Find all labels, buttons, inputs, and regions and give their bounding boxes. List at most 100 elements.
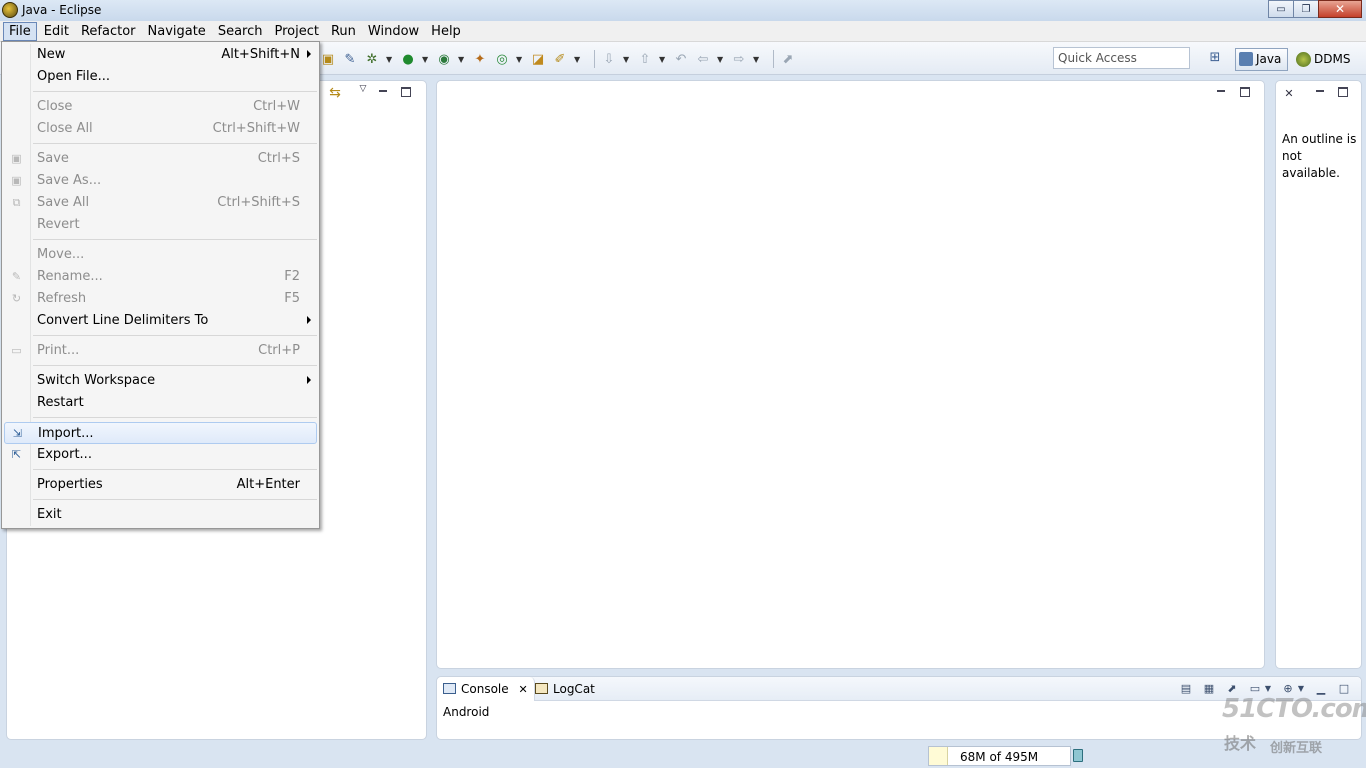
menu-item-move[interactable]: Move... [4,244,317,266]
menu-item-convert-line-delimiters[interactable]: Convert Line Delimiters To [4,310,317,332]
new-package-icon[interactable]: ✦ [472,51,488,67]
menu-item-properties[interactable]: Properties Alt+Enter [4,474,317,496]
menu-item-save[interactable]: ▣ Save Ctrl+S [4,148,317,170]
forward-icon[interactable]: ⇨ [731,51,747,67]
eclipse-logo-icon [2,2,18,18]
menu-item-shortcut: Ctrl+Shift+S [217,195,300,210]
new-class-icon[interactable]: ▣ [320,51,336,67]
quick-access-input[interactable]: Quick Access [1053,47,1190,69]
debug-dropdown-icon[interactable]: ▼ [386,55,394,64]
submenu-arrow-icon [307,376,311,384]
perspective-java[interactable]: Java [1235,48,1289,71]
minimize-outline-icon[interactable] [1314,85,1326,97]
submenu-arrow-icon [307,316,311,324]
close-view-icon[interactable]: ✕ [1283,88,1295,100]
menu-item-label: Save As... [37,173,102,188]
last-edit-icon[interactable]: ↶ [673,51,689,67]
file-menu-dropdown: New Alt+Shift+N Open File... Close Ctrl+… [1,41,320,529]
menu-item-label: Revert [37,217,80,232]
maximize-outline-icon[interactable] [1338,87,1348,97]
menu-item-close[interactable]: Close Ctrl+W [4,96,317,118]
garbage-collect-icon[interactable] [1073,749,1083,762]
menu-item-exit[interactable]: Exit [4,504,317,526]
skip-breakpoints-icon[interactable]: ✎ [342,51,358,67]
maximize-view-icon[interactable] [401,87,411,97]
debug-icon[interactable]: ✲ [364,51,380,67]
maximize-editor-icon[interactable] [1240,87,1250,97]
menu-bar: File Edit Refactor Navigate Search Proje… [0,21,1366,42]
menu-item-save-as[interactable]: ▣ Save As... [4,170,317,192]
scroll-lock-icon[interactable]: ▦ [1202,682,1216,696]
menu-item-label: New [37,47,66,62]
minimize-view-icon[interactable] [377,85,389,97]
tab-console-label: Console [461,682,509,696]
menu-item-print[interactable]: ▭ Print... Ctrl+P [4,340,317,362]
menu-navigate[interactable]: Navigate [143,23,211,40]
previous-annotation-icon[interactable]: ⇧ [637,51,653,67]
previous-annotation-dropdown-icon[interactable]: ▼ [659,55,667,64]
forward-dropdown-icon[interactable]: ▼ [753,55,761,64]
menu-run[interactable]: Run [326,23,361,40]
menu-separator [33,335,317,336]
next-annotation-dropdown-icon[interactable]: ▼ [623,55,631,64]
tab-console[interactable]: Console ✕ [437,677,535,701]
outline-panel: ✕ An outline is not available. [1275,80,1362,669]
run-dropdown-icon[interactable]: ▼ [422,55,430,64]
external-tools-dropdown-icon[interactable]: ▼ [458,55,466,64]
minimize-editor-icon[interactable] [1215,85,1227,97]
menu-item-label: Rename... [37,269,103,284]
view-menu-icon[interactable]: ▽ [357,83,369,95]
outline-message: An outline is not available. [1282,132,1357,180]
tab-logcat[interactable]: LogCat [529,677,601,701]
open-type-icon[interactable]: ◪ [530,51,546,67]
menu-item-new[interactable]: New Alt+Shift+N [4,44,317,66]
run-icon[interactable]: ● [400,51,416,67]
search-dropdown-icon[interactable]: ▼ [574,55,582,64]
close-button[interactable]: ✕ [1318,0,1362,18]
pin-editor-icon[interactable]: ⬈ [780,51,796,67]
clear-console-icon[interactable]: ▤ [1179,682,1193,696]
menu-item-rename[interactable]: ✎ Rename... F2 [4,266,317,288]
open-perspective-icon[interactable]: ⊞ [1206,50,1224,68]
search-icon[interactable]: ✐ [552,51,568,67]
menu-item-close-all[interactable]: Close All Ctrl+Shift+W [4,118,317,140]
back-dropdown-icon[interactable]: ▼ [717,55,725,64]
external-tools-icon[interactable]: ◉ [436,51,452,67]
menu-item-label: Restart [37,395,84,410]
menu-window[interactable]: Window [363,23,424,40]
console-output[interactable]: Android [443,705,489,719]
next-annotation-icon[interactable]: ⇩ [601,51,617,67]
status-bar: 68M of 495M [0,744,1366,768]
maximize-button[interactable]: ❐ [1293,0,1319,18]
menu-project[interactable]: Project [269,23,323,40]
menu-file[interactable]: File [3,21,37,41]
new-class-dropdown-icon[interactable]: ▼ [516,55,524,64]
menu-separator [33,143,317,144]
menu-item-label: Refresh [37,291,87,306]
menu-item-import[interactable]: ⇲ Import... [4,422,317,444]
minimize-button[interactable]: ▭ [1268,0,1294,18]
editor-area[interactable] [436,80,1265,669]
menu-item-restart[interactable]: Restart [4,392,317,414]
perspective-ddms[interactable]: DDMS [1294,48,1354,71]
menu-item-save-all[interactable]: ⧉ Save All Ctrl+Shift+S [4,192,317,214]
menu-item-open-file[interactable]: Open File... [4,66,317,88]
menu-edit[interactable]: Edit [39,23,74,40]
menu-item-switch-workspace[interactable]: Switch Workspace [4,370,317,392]
link-with-editor-icon[interactable]: ⇆ [327,86,343,103]
menu-item-shortcut: Ctrl+P [258,343,300,358]
menu-separator [33,469,317,470]
menu-refactor[interactable]: Refactor [76,23,141,40]
menu-help[interactable]: Help [426,23,466,40]
menu-separator [33,91,317,92]
menu-search[interactable]: Search [213,23,268,40]
perspective-java-label: Java [1256,52,1282,66]
menu-item-export[interactable]: ⇱ Export... [4,444,317,466]
new-java-class-icon[interactable]: ◎ [494,51,510,67]
menu-item-revert[interactable]: Revert [4,214,317,236]
menu-item-label: Properties [37,477,103,492]
menu-item-label: Open File... [37,69,111,84]
close-tab-icon[interactable]: ✕ [518,683,527,696]
menu-item-refresh[interactable]: ↻ Refresh F5 [4,288,317,310]
back-icon[interactable]: ⇦ [695,51,711,67]
